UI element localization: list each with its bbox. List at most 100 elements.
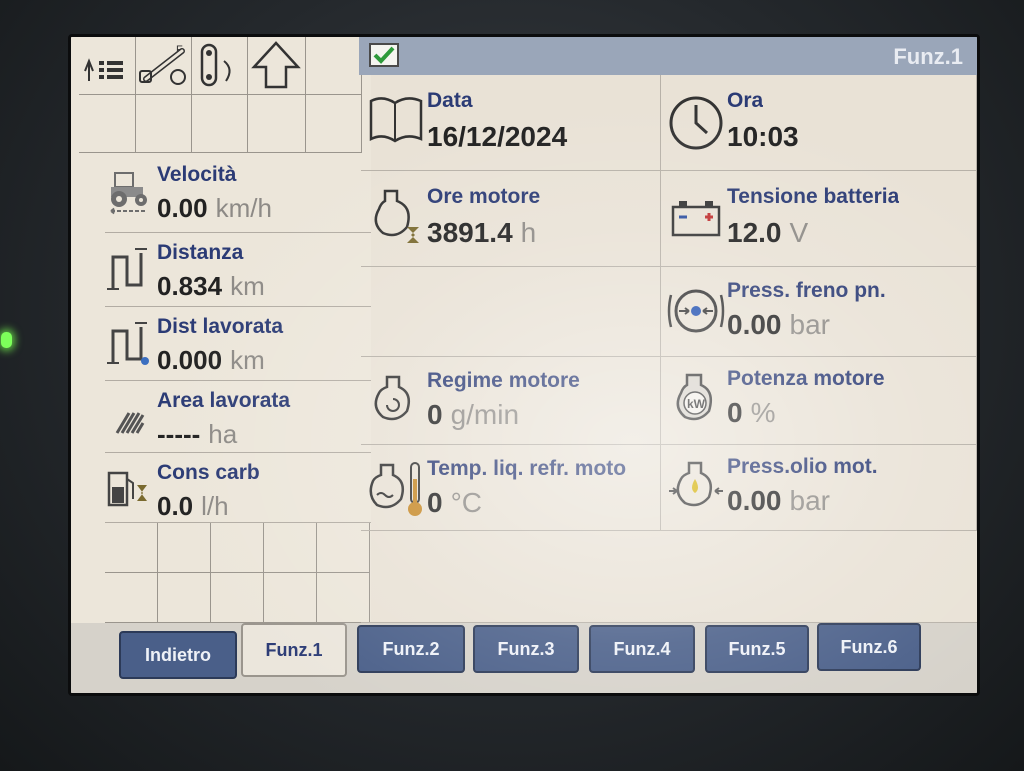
belt-tension-cell[interactable]	[192, 37, 248, 95]
arrow-up-cell[interactable]	[248, 37, 306, 95]
empty-cell	[264, 523, 317, 573]
worked-distance-label: Dist lavorata	[157, 315, 284, 338]
tab-bar: Indietro Funz.1 Funz.2 Funz.3 Funz.4 Fun…	[71, 623, 977, 693]
empty-cell	[158, 523, 211, 573]
engine-hours-cell: Ore motore 3891.4 h	[361, 171, 661, 267]
empty-main-cell	[361, 267, 661, 357]
worked-distance-row: Dist lavorata 0.000 km	[105, 307, 371, 381]
fuel-consumption-icon	[107, 471, 147, 507]
oil-pressure-unit: bar	[789, 485, 830, 516]
calendar-icon	[369, 97, 423, 143]
empty-cell	[158, 573, 211, 623]
list-menu-cell[interactable]	[79, 37, 136, 95]
power-led	[1, 332, 12, 348]
enable-checkbox[interactable]	[369, 43, 399, 67]
coolant-temp-value: 0	[427, 487, 443, 518]
speed-unit: km/h	[215, 193, 272, 223]
svg-text:kW: kW	[687, 397, 706, 411]
tab-funz-6[interactable]: Funz.6	[817, 623, 921, 671]
worked-area-icon	[115, 412, 145, 434]
time-value: 10:03	[727, 121, 799, 152]
empty-cell	[248, 95, 306, 153]
engine-hours-icon	[374, 189, 419, 243]
terminal-screen: F	[68, 34, 980, 696]
engine-rpm-icon	[374, 375, 410, 421]
list-menu-icon	[84, 58, 123, 81]
worked-distance-icon	[107, 322, 149, 365]
battery-icon	[671, 201, 721, 237]
fuel-consumption-row: Cons carb 0.0 l/h	[105, 453, 371, 523]
worked-distance-value: 0.000	[157, 345, 223, 375]
page-header: Funz.1	[359, 37, 977, 75]
battery-label: Tensione batteria	[727, 185, 900, 208]
brake-pressure-cell: Press. freno pn. 0.00 bar	[661, 267, 977, 357]
arrow-up-icon	[251, 41, 301, 89]
brake-pressure-value: 0.00	[727, 309, 782, 340]
time-label: Ora	[727, 89, 764, 112]
date-value: 16/12/2024	[427, 121, 568, 152]
worked-distance-unit: km	[230, 345, 265, 375]
worked-area-label: Area lavorata	[157, 389, 291, 412]
speed-row: Velocità 0.00 km/h	[105, 155, 371, 233]
distance-row: Distanza 0.834 km	[105, 233, 371, 307]
engine-hours-unit: h	[520, 217, 537, 248]
tab-funz-2[interactable]: Funz.2	[357, 625, 465, 673]
speed-value: 0.00	[157, 193, 208, 223]
belt-lock-cell[interactable]: F	[136, 37, 192, 95]
engine-rpm-unit: g/min	[450, 399, 520, 430]
left-panel: F	[71, 37, 371, 623]
page-title: Funz.1	[893, 44, 963, 69]
checkmark-icon	[373, 46, 395, 64]
coolant-temp-icon	[369, 462, 422, 516]
distance-value: 0.834	[157, 271, 223, 301]
time-cell: Ora 10:03	[661, 75, 977, 171]
empty-main-cell	[361, 531, 977, 623]
oil-pressure-icon	[669, 461, 723, 507]
engine-power-label: Potenza motore	[727, 367, 885, 390]
engine-power-value: 0	[727, 397, 743, 428]
tab-funz-5[interactable]: Funz.5	[705, 625, 809, 673]
coolant-temp-label: Temp. liq. refr. moto	[427, 457, 627, 480]
empty-cell	[192, 95, 248, 153]
fuel-consumption-label: Cons carb	[157, 461, 260, 484]
date-label: Data	[427, 89, 473, 112]
empty-cell	[105, 573, 158, 623]
distance-label: Distanza	[157, 241, 244, 264]
oil-pressure-value: 0.00	[727, 485, 782, 516]
battery-unit: V	[789, 217, 809, 248]
empty-cell	[136, 95, 192, 153]
fuel-consumption-value: 0.0	[157, 491, 194, 521]
distance-unit: km	[230, 271, 265, 301]
fuel-consumption-unit: l/h	[201, 491, 229, 521]
empty-cell	[105, 523, 158, 573]
date-cell: Data 16/12/2024	[361, 75, 661, 171]
battery-cell: Tensione batteria 12.0 V	[661, 171, 977, 267]
distance-icon	[107, 248, 147, 290]
empty-cell	[211, 573, 264, 623]
empty-cell	[306, 95, 362, 153]
tab-funz-4[interactable]: Funz.4	[589, 625, 695, 673]
brake-pressure-label: Press. freno pn.	[727, 279, 886, 302]
clock-icon	[669, 96, 723, 150]
tractor-speed-icon	[110, 172, 147, 215]
oil-pressure-cell: Press.olio mot. 0.00 bar	[661, 445, 977, 531]
coolant-temp-unit: °C	[450, 487, 482, 518]
engine-rpm-value: 0	[427, 399, 443, 430]
engine-power-icon: kW	[676, 373, 712, 421]
tab-funz-1[interactable]: Funz.1	[241, 623, 347, 677]
empty-cell	[306, 37, 362, 95]
engine-rpm-cell: Regime motore 0 g/min	[361, 357, 661, 445]
brake-pressure-unit: bar	[789, 309, 830, 340]
engine-hours-value: 3891.4	[427, 217, 513, 248]
tab-funz-3[interactable]: Funz.3	[473, 625, 579, 673]
engine-power-cell: kW Potenza motore 0%	[661, 357, 977, 445]
coolant-temp-cell: Temp. liq. refr. moto 0 °C	[361, 445, 661, 531]
tab-indietro[interactable]: Indietro	[119, 631, 237, 679]
brake-pressure-icon	[667, 289, 725, 333]
worked-area-unit: ha	[208, 419, 238, 449]
empty-cell	[79, 95, 136, 153]
worked-area-value: -----	[157, 419, 201, 449]
battery-value: 12.0	[727, 217, 782, 248]
engine-rpm-label: Regime motore	[427, 369, 580, 392]
engine-power-unit: %	[750, 397, 776, 428]
